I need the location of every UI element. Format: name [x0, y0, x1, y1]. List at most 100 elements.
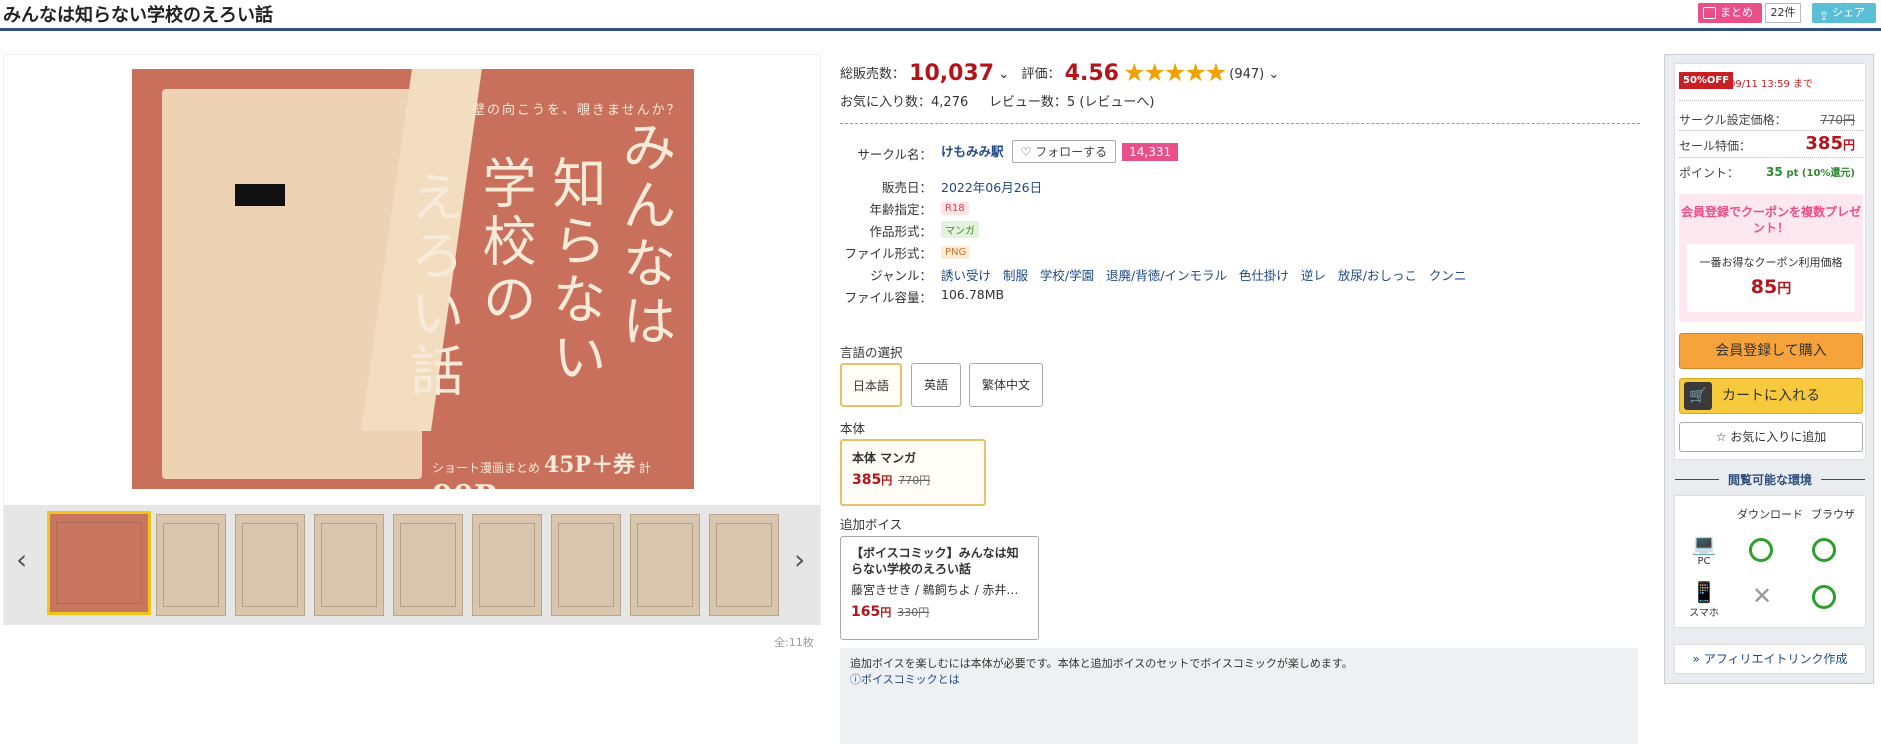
language-option[interactable]: 英語: [911, 363, 961, 407]
genre-link[interactable]: 退廃/背徳/インモラル: [1106, 268, 1227, 283]
purchase-sidebar: 50%OFF 09/11 13:59 まで サークル設定価格： 770円 セール…: [1664, 54, 1874, 684]
cart-icon: 🛒: [1684, 382, 1712, 410]
download-header: ダウンロード: [1737, 508, 1803, 521]
cover-subtitle: 壁の向こうを、覗きませんか？: [472, 103, 682, 118]
cover-footer: ショート漫画まとめ 45P＋券 計 90P: [432, 447, 694, 489]
sale-badge: 50%OFF: [1679, 72, 1734, 89]
share-icon: ⇪: [1819, 9, 1830, 23]
genre-link[interactable]: クンニ: [1429, 268, 1467, 283]
coupon-text: 会員登録でクーポンを複数プレゼント！: [1680, 205, 1861, 235]
register-buy-button[interactable]: 会員登録して購入: [1679, 333, 1863, 369]
affiliate-link[interactable]: » アフィリエイトリンク作成: [1674, 644, 1866, 674]
point-unit: pt (10%還元): [1786, 168, 1856, 179]
prev-arrow-icon[interactable]: ‹: [16, 543, 27, 576]
sale-price: 385: [1805, 133, 1843, 154]
rating-count: (947): [1229, 67, 1265, 82]
bookmark-icon: [1703, 7, 1716, 19]
title-bar: みんなは知らない学校のえろい話 まとめ 22件 ⇪ シェア: [0, 0, 1881, 31]
voice-price: 165: [851, 604, 881, 620]
rating-label: 評価：: [1021, 67, 1061, 82]
thumbnail[interactable]: [393, 514, 463, 616]
chevron-right-icon: »: [1692, 652, 1700, 666]
browser-header: ブラウザ: [1811, 508, 1855, 521]
thumbnail[interactable]: [551, 514, 621, 616]
voice-cast: 藤宮きせき / 鵜飼ちよ / 赤井…: [851, 583, 1019, 597]
share-button[interactable]: ⇪ シェア: [1812, 3, 1876, 23]
voice-comic-link[interactable]: ボイスコミックとは: [861, 673, 960, 686]
thumbnail[interactable]: [630, 514, 700, 616]
genre-link[interactable]: 色仕掛け: [1239, 268, 1289, 283]
sale-price-label: セール特価：: [1679, 139, 1752, 153]
age-label: 年齢指定：: [869, 202, 932, 217]
reviews-value: 5: [1066, 95, 1076, 110]
phone-icon: 📱: [1691, 580, 1717, 604]
age-tag[interactable]: R18: [941, 202, 969, 215]
reviews-link[interactable]: (レビューへ): [1079, 95, 1154, 110]
favorites-label: お気に入り数：: [840, 95, 932, 110]
favorite-label: お気に入りに追加: [1730, 430, 1827, 444]
divider: [840, 123, 1640, 124]
follow-button[interactable]: ♡ フォローする: [1011, 140, 1117, 163]
main-cover-image[interactable]: 壁の向こうを、覗きませんか？ みんなは 知らない 学校の えろい話 ショート漫画…: [132, 69, 694, 489]
circle-link[interactable]: けもみみ駅: [941, 144, 1004, 159]
genre-link[interactable]: 逆レ: [1301, 268, 1326, 283]
unavailable-icon: ✕: [1752, 582, 1773, 610]
image-gallery: 壁の向こうを、覗きませんか？ みんなは 知らない 学校の えろい話 ショート漫画…: [3, 54, 821, 625]
honkan-option[interactable]: 本体 マンガ 385円 770円: [840, 439, 986, 506]
coupon-banner[interactable]: 会員登録でクーポンを複数プレゼント！ 一番お得なクーポン利用価格 85円: [1679, 194, 1863, 322]
thumbnail[interactable]: [235, 514, 305, 616]
genre-link[interactable]: 誘い受け: [941, 268, 991, 283]
follow-label: フォローする: [1035, 145, 1108, 159]
yen-unit: 円: [880, 606, 892, 619]
add-favorite-button[interactable]: ☆ お気に入りに追加: [1679, 422, 1863, 452]
cart-label: カートに入れる: [1722, 388, 1820, 404]
chevron-down-icon[interactable]: ⌄: [1268, 67, 1279, 82]
sale-until: 09/11 13:59 まで: [1729, 79, 1813, 90]
voice-option[interactable]: 【ボイスコミック】みんなは知らない学校のえろい話 藤宮きせき / 鵜飼ちよ / …: [840, 536, 1039, 640]
add-to-cart-button[interactable]: 🛒 カートに入れる: [1679, 378, 1863, 414]
genre-link[interactable]: 制服: [1003, 268, 1028, 283]
thumbnail-strip: ‹ ›: [4, 505, 820, 625]
honkan-price: 385: [852, 472, 882, 488]
favorites-value: 4,276: [931, 95, 969, 110]
affiliate-label: アフィリエイトリンク作成: [1703, 652, 1848, 666]
release-label: 販売日：: [881, 180, 932, 195]
thumbnail[interactable]: [47, 511, 151, 615]
coupon-price: 85: [1750, 276, 1778, 298]
voice-note: 追加ボイスを楽しむには本体が必要です。本体と追加ボイスのセットでボイスコミックが…: [840, 648, 1638, 744]
phone-device: 📱 スマホ: [1689, 580, 1719, 619]
genre-link[interactable]: 学校/学園: [1040, 268, 1094, 283]
image-count: 全:11枚: [774, 636, 814, 649]
language-option[interactable]: 日本語: [840, 363, 902, 407]
cover-foot-total: 90P: [432, 479, 496, 489]
point-label: ポイント：: [1679, 166, 1740, 180]
sales-label: 総販売数：: [840, 67, 906, 82]
thumbnail[interactable]: [709, 514, 779, 616]
cover-title-line: みんなは: [613, 119, 676, 351]
release-date[interactable]: 2022年06月26日: [941, 177, 1042, 196]
thumbnail[interactable]: [156, 514, 226, 616]
yen-unit: 円: [1842, 138, 1855, 152]
available-icon: [1749, 538, 1773, 562]
coupon-box: 一番お得なクーポン利用価格 85円: [1687, 244, 1855, 312]
next-arrow-icon[interactable]: ›: [794, 543, 805, 576]
thumbnail[interactable]: [314, 514, 384, 616]
genre-label: ジャンル：: [870, 268, 932, 283]
file-format-tag: PNG: [941, 246, 971, 259]
language-option[interactable]: 繁体中文: [969, 363, 1043, 407]
available-icon: [1812, 585, 1836, 609]
cover-foot-total-label: 計: [638, 461, 651, 475]
sales-value: 10,037: [909, 61, 995, 86]
chevron-down-icon[interactable]: ⌄: [998, 67, 1009, 82]
divider: [1679, 100, 1863, 101]
phone-label: スマホ: [1689, 608, 1719, 619]
format-tag[interactable]: マンガ: [941, 221, 979, 238]
genre-link[interactable]: 放尿/おしっこ: [1338, 268, 1417, 283]
help-icon: ⓘ: [850, 673, 861, 686]
follower-count: 14,331: [1122, 143, 1179, 161]
divider: [1679, 157, 1863, 158]
file-size-label: ファイル容量：: [844, 290, 932, 305]
matome-button[interactable]: まとめ: [1698, 3, 1762, 23]
cover-title-line: えろい話: [401, 169, 464, 401]
thumbnail[interactable]: [472, 514, 542, 616]
